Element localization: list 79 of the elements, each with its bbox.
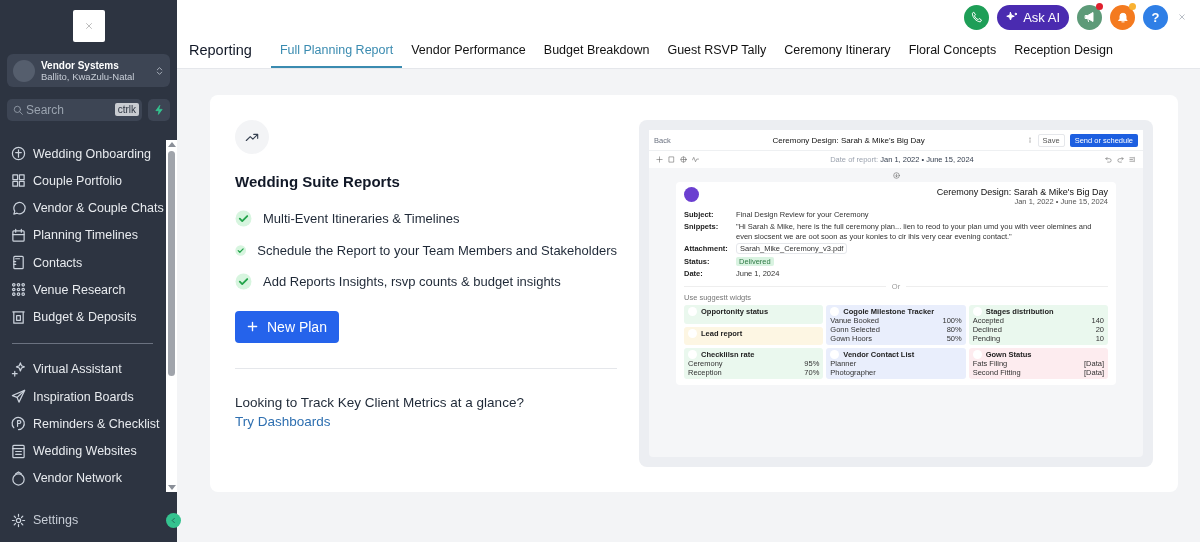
sparkle-icon (1006, 11, 1019, 23)
brand-mark-icon (1176, 11, 1188, 23)
announcements-button[interactable] (1077, 4, 1102, 30)
web-page-icon (11, 443, 26, 459)
nav-item[interactable]: Reminders & Checklist (11, 410, 166, 438)
ask-ai-button[interactable]: Ask AI (997, 4, 1069, 30)
calendar-icon (11, 227, 26, 243)
scrollbar[interactable] (166, 140, 177, 492)
nav-item[interactable]: Wedding Onboarding (11, 140, 166, 168)
grid-icon (11, 173, 26, 189)
send-icon (11, 389, 26, 405)
tab[interactable]: Budget Breakdown (534, 43, 659, 68)
redo-icon (1117, 156, 1124, 163)
settings-item[interactable]: Settings (11, 512, 79, 528)
box-icon (11, 309, 26, 325)
sparkle-icon (11, 361, 26, 377)
document-icon (668, 156, 675, 163)
nav-item[interactable]: Wedding Websites (11, 437, 166, 465)
nav-item[interactable]: Contacts (11, 249, 166, 277)
undo-icon (1105, 156, 1112, 163)
bell-icon (1116, 11, 1129, 23)
feature-text: Add Reports Insights, rsvp counts & budget insights (263, 274, 561, 290)
notifications-button[interactable] (1110, 4, 1135, 30)
settings-icon (11, 512, 26, 528)
feature-text: Multi-Event Itineraries & Timelines (263, 211, 460, 227)
phone-icon (970, 11, 983, 23)
check-icon (235, 210, 252, 228)
preview-title: Ceremony Design: Sarah & Mike's Big Day (771, 135, 926, 145)
tab[interactable]: Reception Design (1005, 43, 1122, 68)
new-plan-button[interactable]: New Plan (235, 310, 339, 343)
account-switcher[interactable]: Vendor Systems Ballito, KwaZulu-Natal (7, 54, 170, 87)
search-icon (13, 105, 23, 115)
avatar-icon (13, 59, 35, 82)
chevron-up-down-icon (155, 64, 164, 77)
tab[interactable]: Floral Concepts (899, 43, 1006, 68)
nav-item[interactable]: Virtual Assistant (11, 355, 166, 383)
nav-item[interactable]: Inspiration Boards (11, 382, 166, 411)
dashboards-link[interactable]: Try Dashboards (235, 413, 331, 429)
globe-icon (680, 156, 687, 163)
nav-item[interactable]: Venue Research (11, 276, 166, 304)
megaphone-icon (1083, 11, 1096, 23)
logo-mark-icon (84, 22, 93, 30)
bolt-icon (154, 104, 164, 116)
prompt-text: Looking to Track Key Client Metrics at a glance? (235, 394, 525, 410)
account-name: Vendor Systems (41, 59, 120, 71)
plus-icon (247, 321, 258, 332)
download-icon (892, 172, 900, 179)
tab[interactable]: Vendor Performance (402, 43, 535, 68)
report-logo-icon (684, 187, 699, 202)
section-heading: Wedding Suite Reports (235, 173, 401, 190)
nav-item[interactable]: Vendor & Couple Chats (11, 194, 166, 222)
circle-letter-icon (11, 416, 26, 432)
chat-bubble-icon (11, 200, 26, 216)
shortcut-key: ctrlk (114, 103, 139, 116)
nav-item[interactable]: Planning Timelines (11, 221, 166, 249)
phone-button[interactable] (964, 4, 990, 30)
nav-item[interactable]: Budget & Deposits (11, 303, 166, 331)
layout-icon (1129, 156, 1136, 163)
quick-action-button[interactable] (148, 99, 170, 121)
nav-item[interactable]: Vendor Network (11, 464, 166, 492)
notebook-icon (11, 255, 26, 271)
help-button[interactable]: ? (1143, 4, 1168, 30)
collapse-button[interactable] (166, 512, 181, 528)
dots-icon (11, 282, 26, 298)
nav-item[interactable]: Couple Portfolio (11, 167, 166, 195)
account-location: Ballito, KwaZulu-Natal (41, 70, 136, 82)
tab[interactable]: Full Planning Report (270, 43, 403, 68)
tab[interactable]: Guest RSVP Tally (658, 43, 776, 68)
compass-icon (11, 146, 26, 162)
tab[interactable]: Ceremony Itinerary (775, 43, 900, 68)
network-icon (11, 470, 26, 486)
widget-icon (688, 328, 697, 338)
chevron-left-icon (170, 516, 177, 524)
document-title: Ceremony Design: Sarah & Mike's Big Day (936, 187, 1108, 197)
page-title: Reporting (189, 42, 252, 60)
plus-icon (656, 156, 663, 163)
pulse-icon (692, 156, 699, 163)
check-icon (235, 273, 252, 291)
feature-text: Schedule the Report to your Team Members and Stakeholders (257, 242, 617, 258)
